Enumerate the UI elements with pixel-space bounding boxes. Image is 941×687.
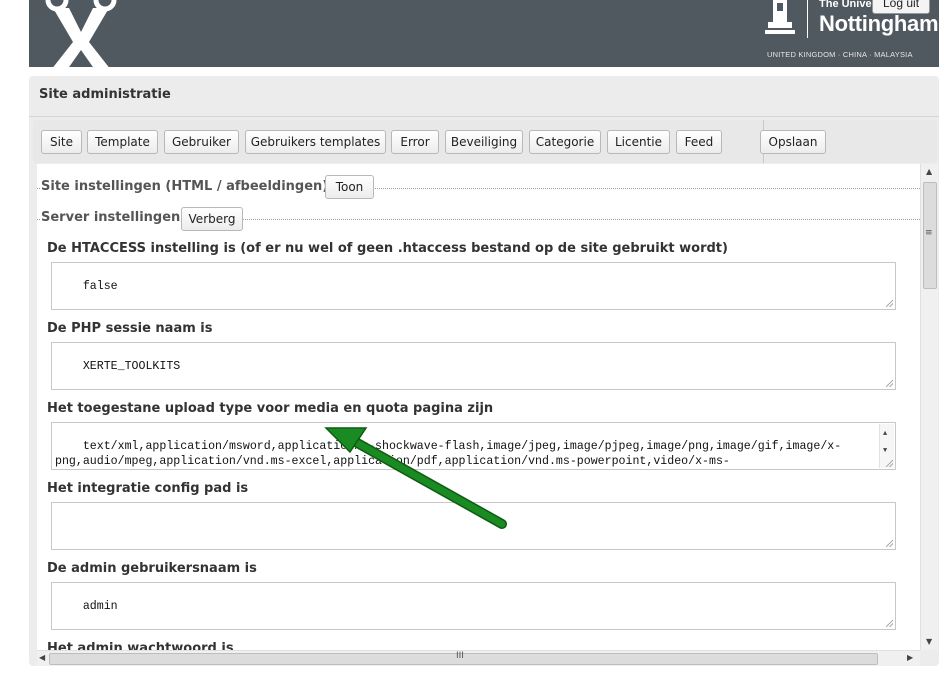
- field-value: XERTE_TOOLKITS: [82, 360, 181, 373]
- resize-grip-icon[interactable]: [886, 460, 893, 467]
- scroll-down-arrow-icon[interactable]: ▼: [883, 444, 887, 459]
- page-title: Site administratie: [39, 87, 171, 102]
- admin-tab-bar: Site Template Gebruiker Gebruikers templ…: [33, 120, 937, 163]
- tab-feed[interactable]: Feed: [676, 130, 722, 154]
- scroll-up-arrow-icon[interactable]: ▲: [926, 167, 932, 176]
- hide-server-settings-button[interactable]: Verberg: [181, 207, 243, 231]
- field-value: false: [82, 280, 118, 293]
- save-button[interactable]: Opslaan: [760, 130, 826, 154]
- grip-icon: ≡: [925, 228, 933, 238]
- tab-gebruikers-templates[interactable]: Gebruikers templates: [245, 130, 386, 154]
- logo-divider: [807, 0, 808, 38]
- university-name: Nottingham: [819, 11, 939, 36]
- integration-path-field[interactable]: [51, 502, 896, 550]
- settings-content: Site instellingen (HTML / afbeeldingen) …: [37, 164, 920, 650]
- field-label-admin-password: Het admin wachtwoord is: [47, 641, 234, 650]
- resize-grip-icon[interactable]: [886, 620, 893, 627]
- tab-template[interactable]: Template: [87, 130, 158, 154]
- htaccess-field[interactable]: false: [51, 262, 896, 310]
- university-prefix: The Unive: [819, 0, 872, 10]
- section-legend-server: Server instellingen: [41, 210, 184, 225]
- field-label-integration-path: Het integratie config pad is: [47, 481, 249, 496]
- xerte-logo-icon: [45, 0, 117, 67]
- resize-grip-icon[interactable]: [886, 380, 893, 387]
- vertical-scroll-thumb[interactable]: ≡: [923, 182, 937, 289]
- field-label-admin-username: De admin gebruikersnaam is: [47, 561, 257, 576]
- show-site-settings-button[interactable]: Toon: [325, 175, 374, 199]
- field-label-session: De PHP sessie naam is: [47, 321, 213, 336]
- logout-button[interactable]: Log uit: [872, 0, 931, 14]
- university-tagline: UNITED KINGDOM · CHINA · MALAYSIA: [767, 50, 913, 59]
- admin-username-field[interactable]: admin: [51, 582, 896, 630]
- scroll-up-arrow-icon[interactable]: ▲: [883, 427, 887, 442]
- field-label-upload-types: Het toegestane upload type voor media en…: [47, 401, 494, 416]
- resize-grip-icon[interactable]: [886, 300, 893, 307]
- tab-gebruiker[interactable]: Gebruiker: [164, 130, 239, 154]
- horizontal-scrollbar[interactable]: ◀ III ▶: [37, 650, 920, 666]
- tab-categorie[interactable]: Categorie: [529, 130, 601, 154]
- upload-types-field[interactable]: text/xml,application/msword,application/…: [51, 422, 896, 470]
- divider: [29, 116, 939, 117]
- resize-grip-icon[interactable]: [886, 540, 893, 547]
- scroll-down-arrow-icon[interactable]: ▼: [926, 637, 932, 646]
- scroll-right-arrow-icon[interactable]: ▶: [907, 653, 913, 662]
- tab-licentie[interactable]: Licentie: [607, 130, 670, 154]
- field-value: text/xml,application/msword,application/…: [55, 440, 842, 468]
- scroll-left-arrow-icon[interactable]: ◀: [39, 653, 45, 662]
- session-name-field[interactable]: XERTE_TOOLKITS: [51, 342, 896, 390]
- grip-icon: III: [456, 651, 464, 661]
- field-value: admin: [82, 600, 118, 613]
- university-crest-icon: [765, 0, 795, 34]
- vertical-scrollbar[interactable]: ▲ ≡ ▼: [920, 164, 938, 650]
- tab-beveiliging[interactable]: Beveiliging: [445, 130, 523, 154]
- field-label-htaccess: De HTACCESS instelling is (of er nu wel …: [47, 241, 728, 256]
- tab-site[interactable]: Site: [41, 130, 82, 154]
- site-header: The Unive Nottingham UNITED KINGDOM · CH…: [29, 0, 939, 67]
- tab-error[interactable]: Error: [391, 130, 439, 154]
- horizontal-scroll-thumb[interactable]: III: [49, 651, 878, 665]
- section-legend-site: Site instellingen (HTML / afbeeldingen): [41, 179, 332, 194]
